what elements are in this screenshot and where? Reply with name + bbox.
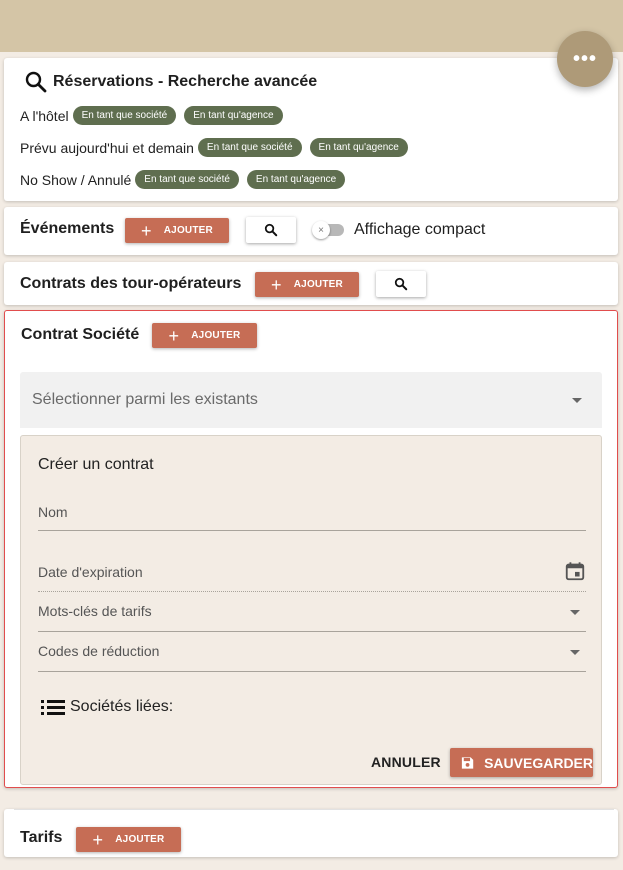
- company-contract-add-label: AJOUTER: [191, 330, 241, 341]
- plus-icon: +: [141, 220, 152, 241]
- dropdown-arrow-icon: [572, 398, 582, 403]
- existing-contract-placeholder: Sélectionner parmi les existants: [32, 391, 258, 408]
- search-row-no-show: No Show / Annulé En tant que société En …: [20, 170, 346, 189]
- compact-view-toggle[interactable]: ×: [312, 221, 344, 239]
- events-card: Événements + AJOUTER × Affichage compact: [4, 207, 618, 255]
- contract-name-label: Nom: [38, 504, 68, 520]
- search-row-label: Prévu aujourd'hui et demain: [20, 139, 194, 156]
- list-icon: [41, 700, 65, 715]
- reservations-search-title-text: Réservations - Recherche avancée: [53, 73, 318, 90]
- tarifs-add-label: AJOUTER: [115, 834, 165, 845]
- search-icon: [25, 71, 47, 93]
- rate-keywords-label: Mots-clés de tarifs: [38, 603, 152, 619]
- events-search-button[interactable]: [246, 217, 296, 243]
- events-add-button[interactable]: + AJOUTER: [125, 218, 229, 243]
- plus-icon: +: [92, 829, 104, 850]
- tour-operators-search-button[interactable]: [376, 271, 426, 297]
- chip-as-agency[interactable]: En tant qu'agence: [246, 170, 346, 189]
- linked-companies: Sociétés liées:: [40, 698, 173, 716]
- discount-codes-select[interactable]: Codes de réduction: [38, 632, 586, 672]
- chip-as-agency[interactable]: En tant qu'agence: [309, 138, 408, 157]
- calendar-icon[interactable]: [564, 560, 586, 582]
- create-contract-title: Créer un contrat: [38, 456, 154, 473]
- tour-operators-add-label: AJOUTER: [293, 279, 343, 290]
- tarifs-title: Tarifs: [20, 829, 63, 846]
- tour-operators-card: Contrats des tour-opérateurs + AJOUTER: [4, 262, 618, 305]
- plus-icon: +: [168, 325, 180, 346]
- existing-contract-select[interactable]: Sélectionner parmi les existants: [20, 372, 602, 428]
- chip-as-company[interactable]: En tant que société: [197, 138, 302, 157]
- reservations-search-card: Réservations - Recherche avancée A l'hôt…: [4, 58, 618, 201]
- plus-icon: +: [271, 274, 282, 295]
- save-label: SAUVEGARDER: [484, 754, 593, 771]
- top-bar: [0, 0, 623, 52]
- close-icon: ×: [312, 221, 330, 239]
- dropdown-arrow-icon: [570, 610, 580, 615]
- tour-operators-add-button[interactable]: + AJOUTER: [255, 272, 359, 297]
- dropdown-arrow-icon: [570, 650, 580, 655]
- tarifs-card: Tarifs + AJOUTER: [4, 809, 618, 857]
- divider: [14, 809, 614, 810]
- search-icon: [264, 223, 278, 237]
- search-row-at-hotel: A l'hôtel En tant que société En tant qu…: [20, 106, 283, 125]
- more-actions-button[interactable]: •••: [557, 31, 613, 87]
- search-row-label: No Show / Annulé: [20, 171, 132, 188]
- search-icon: [394, 277, 408, 291]
- company-contract-add-button[interactable]: + AJOUTER: [152, 323, 257, 348]
- chip-as-company[interactable]: En tant que société: [72, 106, 177, 125]
- rate-keywords-select[interactable]: Mots-clés de tarifs: [38, 592, 586, 632]
- search-row-today-tomorrow: Prévu aujourd'hui et demain En tant que …: [20, 138, 408, 157]
- save-button[interactable]: SAUVEGARDER: [450, 748, 593, 777]
- search-row-label: A l'hôtel: [20, 107, 69, 124]
- cancel-button[interactable]: ANNULER: [371, 754, 441, 770]
- reservations-search-title: Réservations - Recherche avancée: [24, 70, 317, 94]
- create-contract-panel: Créer un contrat Nom Date d'expiration M…: [20, 435, 602, 785]
- more-icon: •••: [572, 47, 597, 70]
- compact-view-label: Affichage compact: [354, 221, 486, 238]
- discount-codes-label: Codes de réduction: [38, 643, 160, 659]
- events-title: Événements: [20, 220, 115, 237]
- expiration-date-field[interactable]: Date d'expiration: [38, 553, 586, 592]
- events-add-label: AJOUTER: [163, 225, 213, 236]
- expiration-date-label: Date d'expiration: [38, 564, 143, 580]
- tarifs-add-button[interactable]: + AJOUTER: [76, 827, 181, 852]
- contract-name-field[interactable]: Nom: [38, 496, 586, 531]
- company-contract-card: Contrat Société + AJOUTER Sélectionner pa…: [4, 310, 618, 788]
- chip-as-agency[interactable]: En tant qu'agence: [184, 106, 283, 125]
- company-contract-title: Contrat Société: [21, 326, 140, 343]
- linked-companies-label: Sociétés liées:: [70, 698, 174, 715]
- save-icon: [461, 756, 474, 769]
- tour-operators-title: Contrats des tour-opérateurs: [20, 275, 242, 292]
- chip-as-company[interactable]: En tant que société: [135, 170, 239, 189]
